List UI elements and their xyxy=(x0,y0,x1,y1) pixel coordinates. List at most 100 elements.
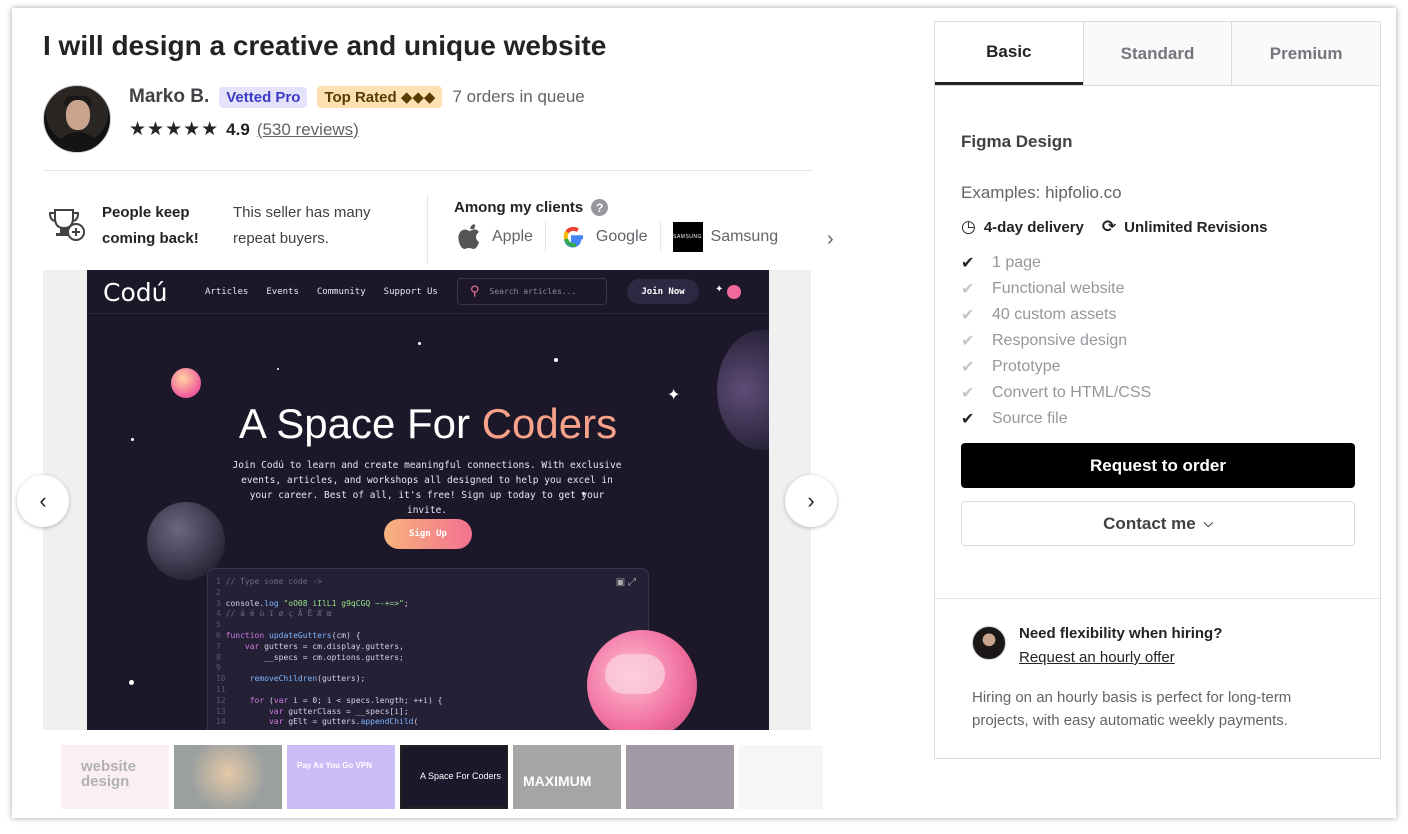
package-tabs: Basic Standard Premium xyxy=(935,22,1381,86)
check-icon: ✔ xyxy=(961,385,975,402)
copy-icon: ▣ ⤢ xyxy=(615,577,636,588)
client-name: Apple xyxy=(492,228,533,245)
feature-label: Source file xyxy=(992,410,1068,427)
help-icon[interactable]: ? xyxy=(591,199,609,216)
thumbnail-text: Pay As You Go VPN xyxy=(297,761,372,770)
clock-icon: ◷ xyxy=(961,217,976,236)
gallery-main-image[interactable]: Codú Articles Events Community Support U… xyxy=(87,270,769,730)
gallery-thumbnail[interactable]: MAXIMUM xyxy=(513,745,621,809)
seller-info: Marko B. Vetted Pro Top Rated ◆◆◆ 7 orde… xyxy=(129,86,585,108)
preview-code-editor: ▣ ⤢ 1 // Type some code -> 2 3 console.l… xyxy=(207,568,649,730)
contact-me-label: Contact me xyxy=(1103,513,1196,533)
gallery-next-button[interactable]: › xyxy=(785,475,837,527)
clients-title: Among my clients ? xyxy=(454,199,609,216)
delivery-time: 4-day delivery xyxy=(983,218,1084,236)
reviews-link[interactable]: (530 reviews) xyxy=(257,120,359,140)
check-icon: ✔ xyxy=(961,411,975,428)
check-icon: ✔ xyxy=(961,307,975,324)
preview-join-button: Join Now xyxy=(627,279,699,304)
gallery-thumbnail-active[interactable]: A Space For Coders xyxy=(400,745,508,809)
seller-avatar[interactable] xyxy=(43,85,111,153)
chevron-right-icon: › xyxy=(807,488,815,513)
thumbnail-text: MAXIMUM xyxy=(523,773,592,789)
gallery-prev-button[interactable]: ‹ xyxy=(17,475,69,527)
feature-label: Functional website xyxy=(992,280,1125,297)
chevron-right-icon[interactable]: › xyxy=(827,228,834,251)
client-google[interactable]: Google xyxy=(558,222,661,252)
hourly-offer-link[interactable]: Request an hourly offer xyxy=(1019,649,1175,666)
repeat-buyers-text: This seller has many repeat buyers. xyxy=(233,204,371,247)
gallery-thumbnail[interactable] xyxy=(626,745,734,809)
feature-item: ✔ Prototype xyxy=(961,354,1151,380)
clients-title-label: Among my clients xyxy=(454,199,584,216)
feature-item: ✔ Functional website xyxy=(961,276,1151,302)
gallery-thumbnail[interactable]: Pay As You Go VPN xyxy=(287,745,395,809)
clients-list: Apple Google SAMSUNG Samsung xyxy=(454,221,814,253)
contact-me-button[interactable]: Contact me ⌵ xyxy=(961,501,1355,546)
preview-link: Support Us xyxy=(383,287,438,297)
refresh-icon: ⟳ xyxy=(1101,217,1117,236)
feature-label: 1 page xyxy=(992,254,1041,271)
tab-standard[interactable]: Standard xyxy=(1082,22,1232,85)
preview-links: Articles Events Community Support Us xyxy=(205,287,438,297)
feature-label: Convert to HTML/CSS xyxy=(992,384,1152,401)
rating-row: ★★★★★ 4.9 (530 reviews) xyxy=(129,118,359,141)
chevron-down-icon: ⌵ xyxy=(1203,516,1213,530)
tab-premium[interactable]: Premium xyxy=(1231,22,1381,85)
seller-avatar-small xyxy=(972,626,1006,660)
preview-search: ⚲ Search articles... xyxy=(457,278,607,305)
preview-headline-b: Coders xyxy=(481,400,618,447)
feature-item: ✔ 40 custom assets xyxy=(961,302,1151,328)
hourly-description: Hiring on an hourly basis is perfect for… xyxy=(972,689,1292,729)
feature-label: 40 custom assets xyxy=(992,306,1117,323)
rating-value: 4.9 xyxy=(226,119,250,139)
feature-list: ✔ 1 page ✔ Functional website ✔ 40 custom a… xyxy=(961,250,1151,432)
delivery-info: ◷ 4-day delivery ⟳ Unlimited Revisions xyxy=(961,217,1268,237)
feature-item: ✔ Source file xyxy=(961,406,1151,432)
theme-toggle-icon xyxy=(727,285,741,299)
preview-link: Events xyxy=(266,287,299,297)
feature-item: ✔ 1 page xyxy=(961,250,1151,276)
gig-gallery: Codú Articles Events Community Support U… xyxy=(43,270,811,730)
gallery-thumbnail[interactable]: website design xyxy=(61,745,169,809)
divider xyxy=(935,598,1380,599)
vetted-pro-badge[interactable]: Vetted Pro xyxy=(219,86,308,108)
gallery-thumbnail[interactable] xyxy=(739,745,823,809)
check-icon: ✔ xyxy=(961,359,975,376)
star-rating-icon: ★★★★★ xyxy=(129,119,220,140)
revisions: Unlimited Revisions xyxy=(1124,218,1268,236)
preview-headline: A Space For Coders xyxy=(87,400,769,448)
hourly-title: Need flexibility when hiring? xyxy=(1019,625,1223,642)
seller-name[interactable]: Marko B. xyxy=(129,86,209,108)
package-title: Figma Design xyxy=(961,132,1073,151)
gallery-thumbnail[interactable] xyxy=(174,745,282,809)
preview-headline-a: A Space For xyxy=(238,400,482,447)
request-to-order-button[interactable]: Request to order xyxy=(961,443,1355,488)
tab-basic[interactable]: Basic xyxy=(935,22,1083,85)
check-icon: ✔ xyxy=(961,333,975,350)
divider xyxy=(43,170,813,171)
thumbnail-text: website design xyxy=(81,758,137,790)
client-apple[interactable]: Apple xyxy=(454,222,546,252)
package-examples: Examples: hipfolio.co xyxy=(961,183,1122,202)
sparkle-icon: ✦ xyxy=(715,284,724,295)
top-rated-badge[interactable]: Top Rated ◆◆◆ xyxy=(317,86,443,108)
orders-in-queue: 7 orders in queue xyxy=(452,87,585,106)
search-icon: ⚲ xyxy=(470,284,480,299)
trophy-icon xyxy=(48,209,85,241)
gallery-thumbnails: website design Pay As You Go VPN A Space… xyxy=(61,745,823,809)
samsung-logo-icon: SAMSUNG xyxy=(672,222,703,252)
preview-nav: Codú Articles Events Community Support U… xyxy=(87,270,769,314)
preview-logo: Codú xyxy=(103,278,168,307)
divider xyxy=(427,194,428,264)
gig-title: I will design a creative and unique webs… xyxy=(43,30,607,61)
check-icon: ✔ xyxy=(961,281,975,298)
client-name: Google xyxy=(595,228,648,245)
chevron-left-icon: ‹ xyxy=(39,488,47,513)
client-samsung[interactable]: SAMSUNG Samsung xyxy=(672,222,791,252)
check-icon: ✔ xyxy=(961,255,975,272)
package-panel: Basic Standard Premium Figma Design Exam… xyxy=(934,21,1381,759)
page-frame: I will design a creative and unique webs… xyxy=(12,8,1396,818)
preview-link: Community xyxy=(316,287,366,297)
feature-label: Responsive design xyxy=(992,332,1128,349)
